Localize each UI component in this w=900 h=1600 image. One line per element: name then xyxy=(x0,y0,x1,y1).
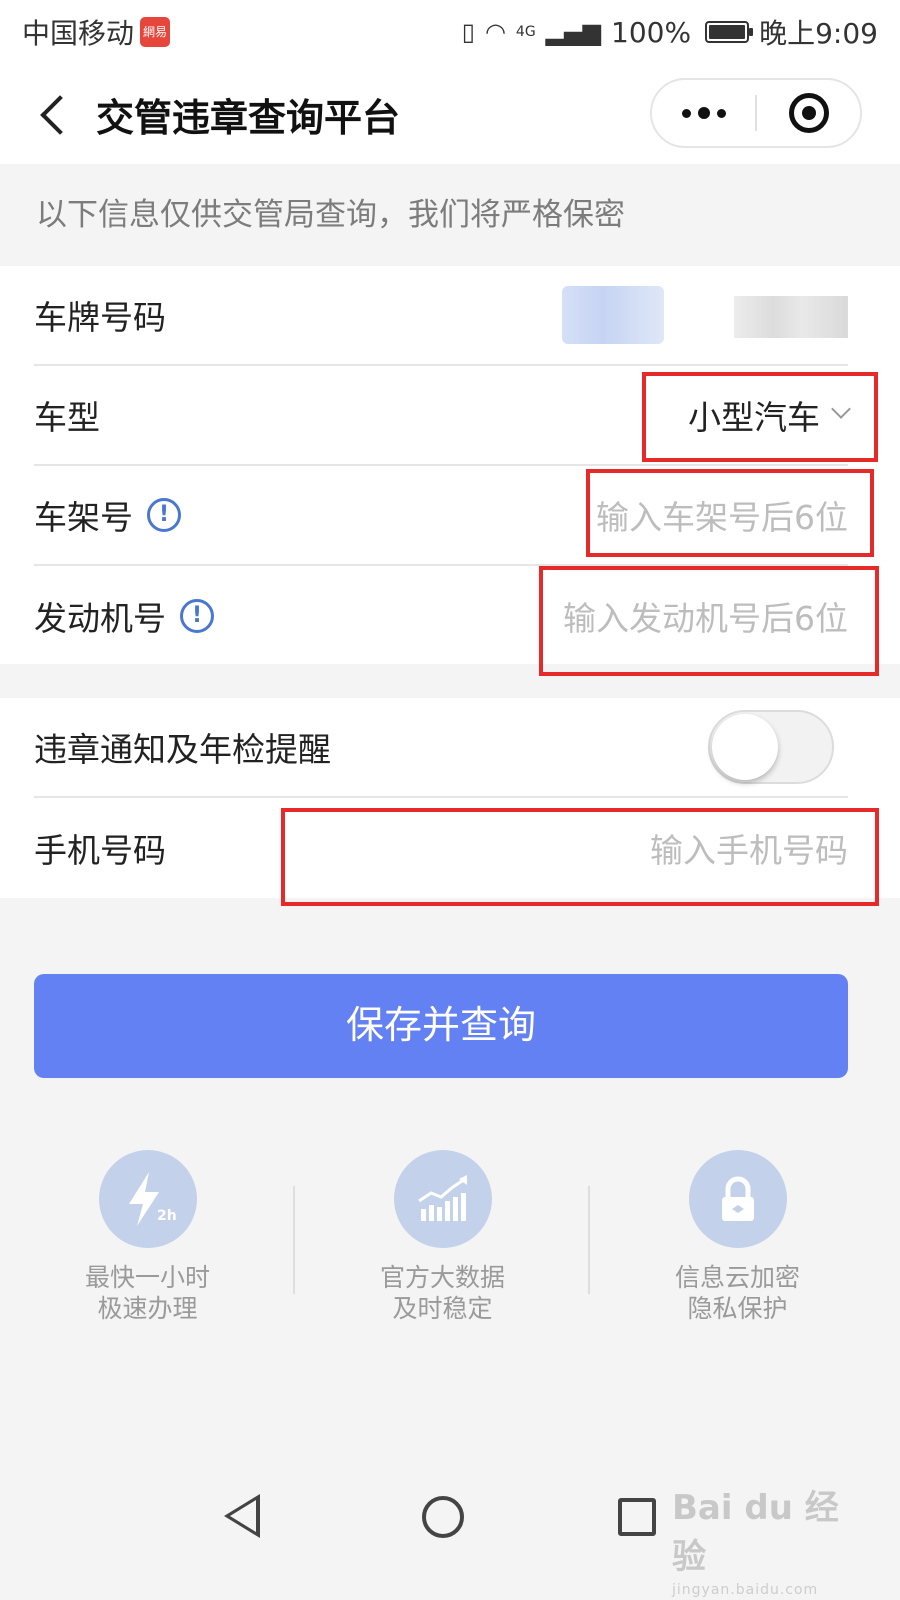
navigation-bar: 交管违章查询平台 xyxy=(0,64,900,164)
features-row: 2h 最快一小时 极速办理 官方大数据 及时稳定 信息云加密 隐私保护 xyxy=(0,1150,900,1350)
plate-province-selector[interactable] xyxy=(562,286,664,344)
feature-data-caption: 官方大数据 及时稳定 xyxy=(380,1262,505,1324)
battery-icon xyxy=(705,21,754,43)
watermark-url: jingyan.baidu.com xyxy=(672,1582,819,1598)
carrier-name: 中国移动 xyxy=(22,17,135,50)
plate-number-input[interactable] xyxy=(734,296,848,338)
plate-row[interactable]: 车牌号码 xyxy=(34,266,848,366)
engine-label-text: 发动机号 xyxy=(34,599,166,638)
engine-label: 发动机号 ! xyxy=(34,592,214,640)
status-indicators: ▯ ◠ 4G ▂▄▆ 100% 晚上9:09 xyxy=(462,12,878,52)
lightning-2h-icon: 2h xyxy=(98,1150,197,1248)
privacy-notice: 以下信息仅供交管局查询，我们将严格保密 xyxy=(0,164,900,266)
feature-security: 信息云加密 隐私保护 xyxy=(590,1150,885,1350)
feature-fast: 2h 最快一小时 极速办理 xyxy=(0,1150,295,1350)
annotation-box-engine xyxy=(539,566,879,676)
feature-data-line1: 官方大数据 xyxy=(379,1263,505,1292)
feature-security-caption: 信息云加密 隐私保护 xyxy=(675,1262,800,1324)
feature-divider xyxy=(293,1186,295,1294)
wifi-icon: ◠ xyxy=(484,18,506,46)
system-back-icon[interactable] xyxy=(224,1494,260,1538)
battery-percent: 100% xyxy=(611,15,692,49)
lightning-badge: 2h xyxy=(157,1208,177,1224)
feature-security-line2: 隐私保护 xyxy=(687,1294,788,1323)
annotation-box-vehicle-type xyxy=(642,372,878,462)
vibrate-icon: ▯ xyxy=(461,18,475,46)
feature-data-line2: 及时稳定 xyxy=(392,1294,493,1323)
system-recent-apps-icon[interactable] xyxy=(618,1498,656,1536)
toggle-knob xyxy=(712,714,778,780)
annotation-box-vin xyxy=(586,469,874,557)
annotation-box-phone xyxy=(281,808,879,906)
watermark-brand: Bai du 经验 xyxy=(672,1488,839,1577)
vin-info-icon[interactable]: ! xyxy=(147,498,181,532)
vin-label-text: 车架号 xyxy=(34,498,133,537)
clock: 晚上9:09 xyxy=(759,17,878,50)
bar-chart-trend-icon xyxy=(393,1150,492,1248)
network-type: 4G xyxy=(515,24,536,40)
padlock-icon xyxy=(688,1150,787,1248)
feature-security-line1: 信息云加密 xyxy=(674,1263,800,1292)
vin-label: 车架号 ! xyxy=(34,491,181,539)
feature-fast-caption: 最快一小时 极速办理 xyxy=(85,1262,210,1324)
notify-label: 违章通知及年检提醒 xyxy=(34,730,331,769)
close-mini-program-icon[interactable] xyxy=(757,80,860,146)
notify-toggle[interactable] xyxy=(708,710,834,784)
page-title: 交管违章查询平台 xyxy=(96,95,401,140)
phone-label: 手机号码 xyxy=(34,831,166,870)
signal-icon: ▂▄▆ xyxy=(545,18,602,46)
plate-label: 车牌号码 xyxy=(34,298,166,337)
more-options-icon[interactable] xyxy=(652,80,755,146)
engine-info-icon[interactable]: ! xyxy=(180,599,214,633)
vehicle-type-label: 车型 xyxy=(34,398,100,437)
save-and-query-button[interactable]: 保存并查询 xyxy=(34,974,848,1078)
notify-row: 违章通知及年检提醒 xyxy=(34,698,848,798)
back-icon[interactable] xyxy=(26,84,86,144)
feature-divider xyxy=(588,1186,590,1294)
system-home-icon[interactable] xyxy=(422,1496,464,1538)
status-bar: 中国移动 網易 ▯ ◠ 4G ▂▄▆ 100% 晚上9:09 xyxy=(0,0,900,64)
feature-data: 官方大数据 及时稳定 xyxy=(295,1150,590,1350)
carrier: 中国移动 網易 xyxy=(22,12,171,52)
feature-fast-line1: 最快一小时 xyxy=(84,1263,210,1292)
feature-fast-line2: 极速办理 xyxy=(97,1294,198,1323)
mini-program-capsule xyxy=(650,78,862,148)
baidu-jingyan-watermark: Bai du 经验 jingyan.baidu.com xyxy=(672,1480,852,1598)
netease-app-icon: 網易 xyxy=(140,17,171,47)
